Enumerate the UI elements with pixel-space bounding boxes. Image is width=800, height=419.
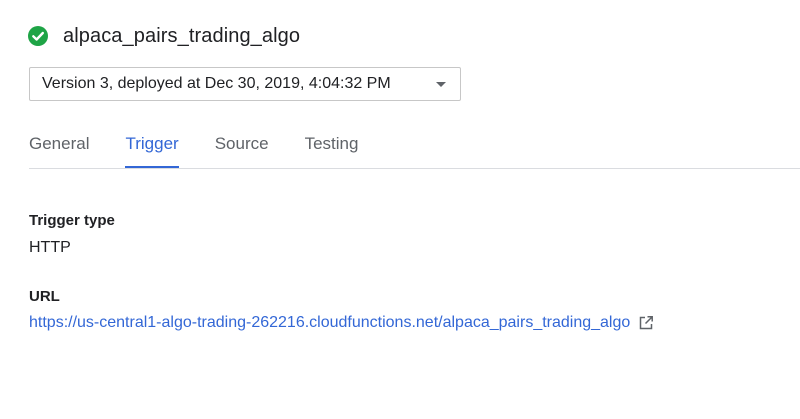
function-header: alpaca_pairs_trading_algo — [27, 24, 300, 48]
tab-trigger[interactable]: Trigger — [125, 126, 179, 169]
version-dropdown[interactable]: Version 3, deployed at Dec 30, 2019, 4:0… — [29, 67, 461, 101]
tabs-divider — [29, 168, 800, 169]
tab-general[interactable]: General — [29, 126, 89, 168]
tab-testing[interactable]: Testing — [305, 126, 359, 168]
trigger-type-label: Trigger type — [29, 212, 115, 229]
version-selected-value: Version 3, deployed at Dec 30, 2019, 4:0… — [42, 75, 391, 92]
detail-tabs: General Trigger Source Testing — [29, 126, 800, 170]
tab-source[interactable]: Source — [215, 126, 269, 168]
dropdown-arrow-icon — [436, 82, 446, 87]
function-name-title: alpaca_pairs_trading_algo — [63, 24, 301, 47]
open-in-new-icon[interactable] — [638, 315, 654, 331]
trigger-url-link[interactable]: https://us-central1-algo-trading-262216.… — [29, 314, 630, 332]
function-details-page: alpaca_pairs_trading_algo Version 3, dep… — [0, 0, 800, 419]
trigger-type-value: HTTP — [29, 239, 71, 256]
url-row: https://us-central1-algo-trading-262216.… — [29, 314, 654, 332]
check-circle-icon — [27, 25, 49, 47]
url-label: URL — [29, 288, 60, 305]
